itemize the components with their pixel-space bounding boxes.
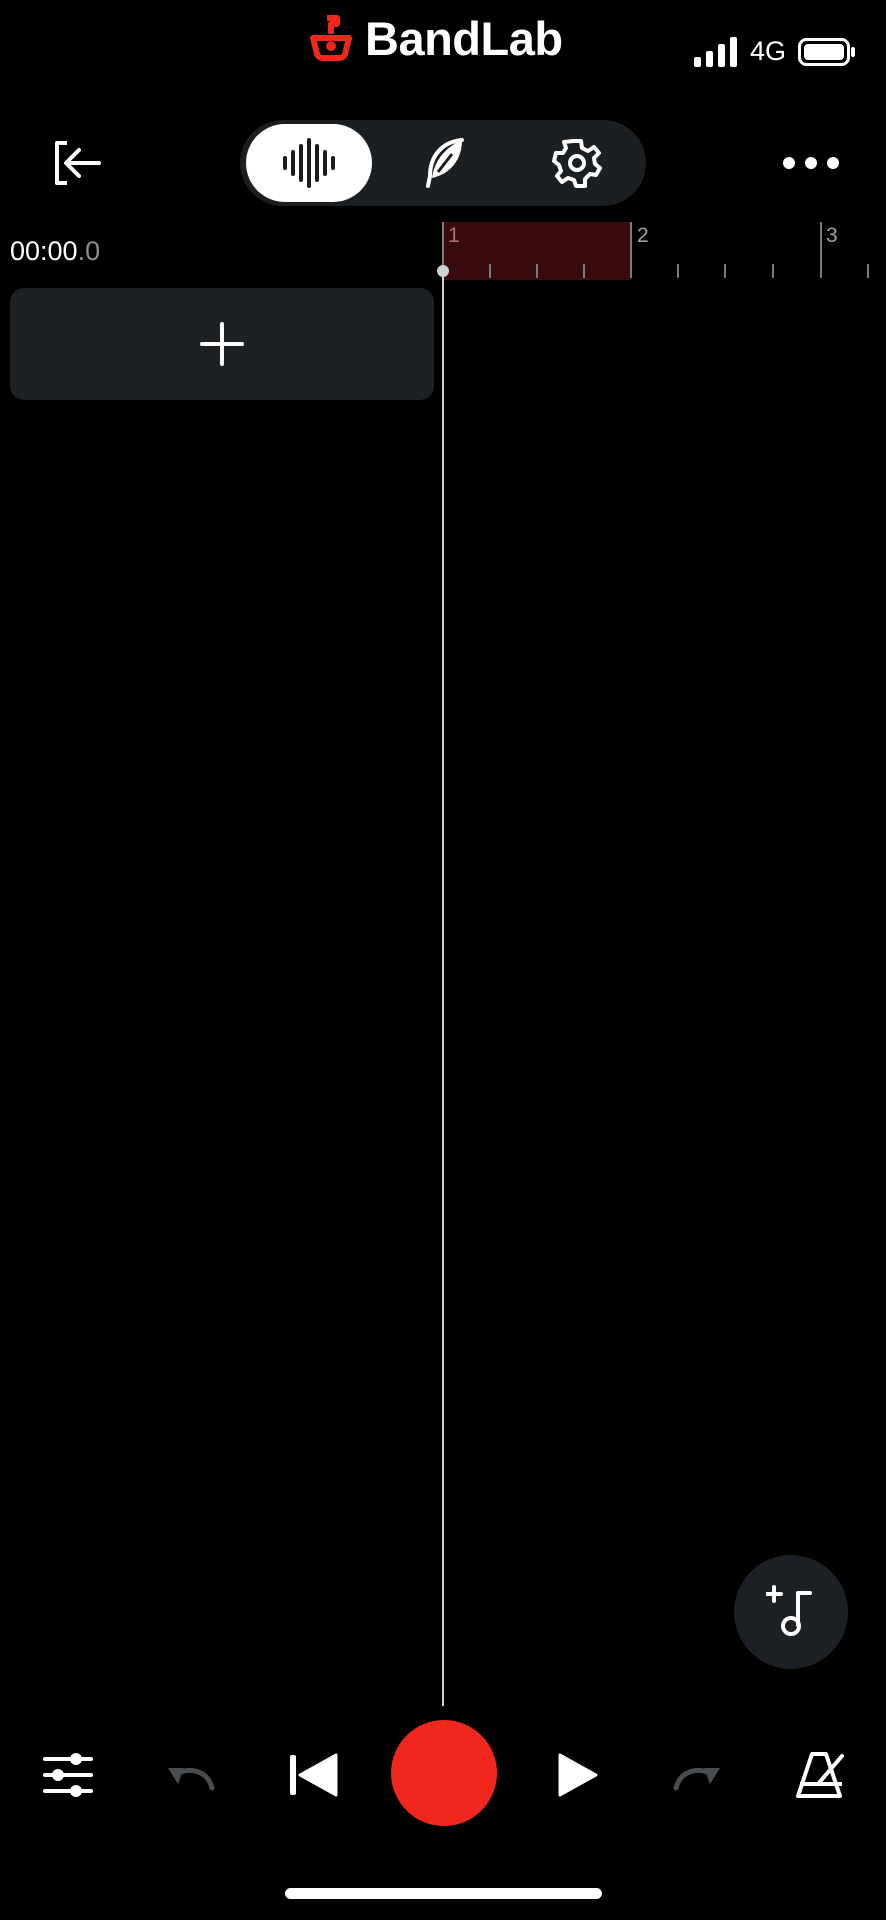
- playhead[interactable]: [442, 270, 444, 1706]
- network-type: 4G: [749, 36, 786, 66]
- mixer-sliders-icon: [43, 1753, 93, 1797]
- ruler-tick: [583, 264, 585, 278]
- brand-name: BandLab: [365, 11, 563, 65]
- ruler-tick: [536, 264, 538, 278]
- mixer-button[interactable]: [36, 1730, 100, 1820]
- playhead-handle[interactable]: [437, 265, 449, 277]
- time-main: 00:00: [10, 236, 78, 266]
- bandlab-logo-icon: [310, 15, 352, 61]
- gear-icon: [552, 139, 602, 188]
- exit-icon: [55, 141, 101, 185]
- signal-icon: [693, 36, 737, 67]
- more-icon: [783, 157, 839, 169]
- feather-icon: [426, 138, 464, 188]
- record-button[interactable]: [391, 1720, 497, 1826]
- skip-to-start-button[interactable]: [284, 1730, 344, 1820]
- play-icon: [558, 1753, 598, 1797]
- status-indicators: 4G: [693, 36, 856, 67]
- bar-number: 1: [448, 224, 460, 247]
- ruler-tick: [772, 264, 774, 278]
- redo-button[interactable]: [668, 1730, 728, 1820]
- ruler-tick: [677, 264, 679, 278]
- waveform-icon: [283, 138, 335, 188]
- tab-editor[interactable]: [246, 124, 372, 202]
- more-options-button[interactable]: [774, 118, 848, 208]
- ruler-tick: [820, 222, 822, 278]
- bar-number: 3: [826, 224, 838, 247]
- add-music-icon: [766, 1585, 812, 1636]
- timeline-ruler[interactable]: 1 2 3: [442, 222, 886, 280]
- undo-icon: [168, 1768, 215, 1791]
- ruler-tick: [867, 264, 869, 278]
- ruler-tick: [489, 264, 491, 278]
- undo-button[interactable]: [160, 1730, 220, 1820]
- plus-icon: [200, 322, 244, 366]
- metronome-icon: [796, 1752, 844, 1798]
- tab-settings[interactable]: [514, 124, 640, 202]
- view-switcher: [240, 120, 646, 206]
- tab-lyrics[interactable]: [380, 124, 506, 202]
- add-track-button[interactable]: [10, 288, 434, 400]
- redo-icon: [673, 1768, 720, 1791]
- skip-back-icon: [290, 1753, 338, 1797]
- time-tenth: .0: [77, 236, 101, 266]
- time-display: 00:00.0: [10, 236, 100, 267]
- ruler-tick: [630, 222, 632, 278]
- metronome-button[interactable]: [790, 1730, 852, 1820]
- ruler-tick: [724, 264, 726, 278]
- exit-button[interactable]: [40, 118, 114, 208]
- bar-number: 2: [637, 224, 649, 247]
- add-instrument-button[interactable]: [734, 1555, 848, 1669]
- home-indicator[interactable]: [285, 1888, 602, 1899]
- play-button[interactable]: [548, 1730, 608, 1820]
- bandlab-logo: BandLab: [305, 8, 563, 68]
- battery-icon: [798, 37, 855, 66]
